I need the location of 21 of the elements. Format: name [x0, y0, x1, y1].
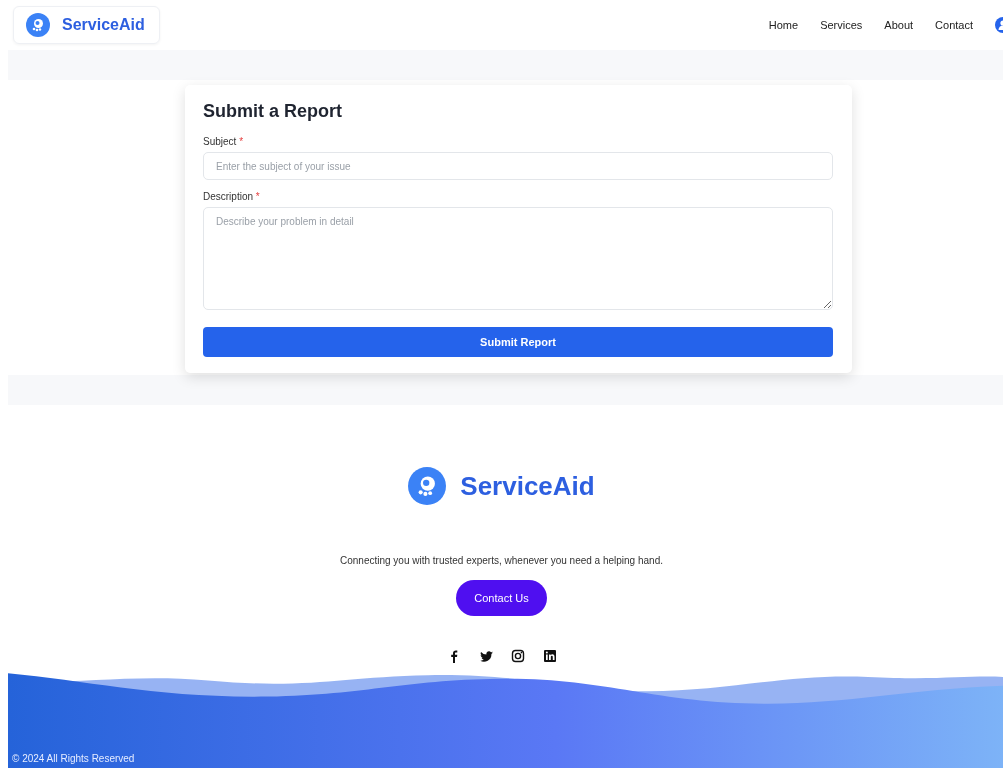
linkedin-icon[interactable] [542, 649, 557, 663]
field-label: Subject * [203, 136, 245, 147]
form-title: Submit a Report [203, 101, 343, 122]
brand-name: ServiceAid [460, 470, 595, 502]
copyright: © 2024 All Rights Reserved [12, 753, 135, 764]
nav-link[interactable]: Services [820, 19, 863, 31]
brand-name: ServiceAid [62, 16, 145, 34]
input-field[interactable]: Enter the subject of your issue [203, 152, 833, 180]
brand-box[interactable]: ServiceAid [13, 6, 160, 44]
nav-link[interactable]: Home [768, 19, 799, 31]
field-label: Description * [203, 191, 261, 202]
tagline: Connecting you with trusted experts, whenever you need a helping hand. [340, 555, 663, 566]
submit-button[interactable]: Submit Report [203, 327, 833, 357]
textarea-field[interactable]: Describe your problem in detail [203, 207, 833, 310]
instagram-icon[interactable] [510, 649, 525, 663]
twitter-icon[interactable] [478, 649, 493, 663]
logo-icon [408, 467, 447, 505]
logo-icon [26, 13, 50, 37]
nav-link[interactable]: About [884, 19, 914, 31]
contact-button[interactable]: Contact Us [456, 580, 547, 616]
nav-link[interactable]: Contact [935, 19, 973, 31]
